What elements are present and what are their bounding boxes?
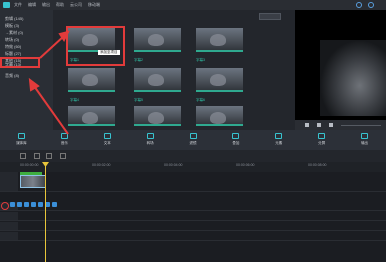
annotation-arrows bbox=[28, 30, 70, 135]
arrow-to-sidebar bbox=[33, 85, 69, 135]
arrow-to-thumbnail bbox=[39, 35, 65, 59]
